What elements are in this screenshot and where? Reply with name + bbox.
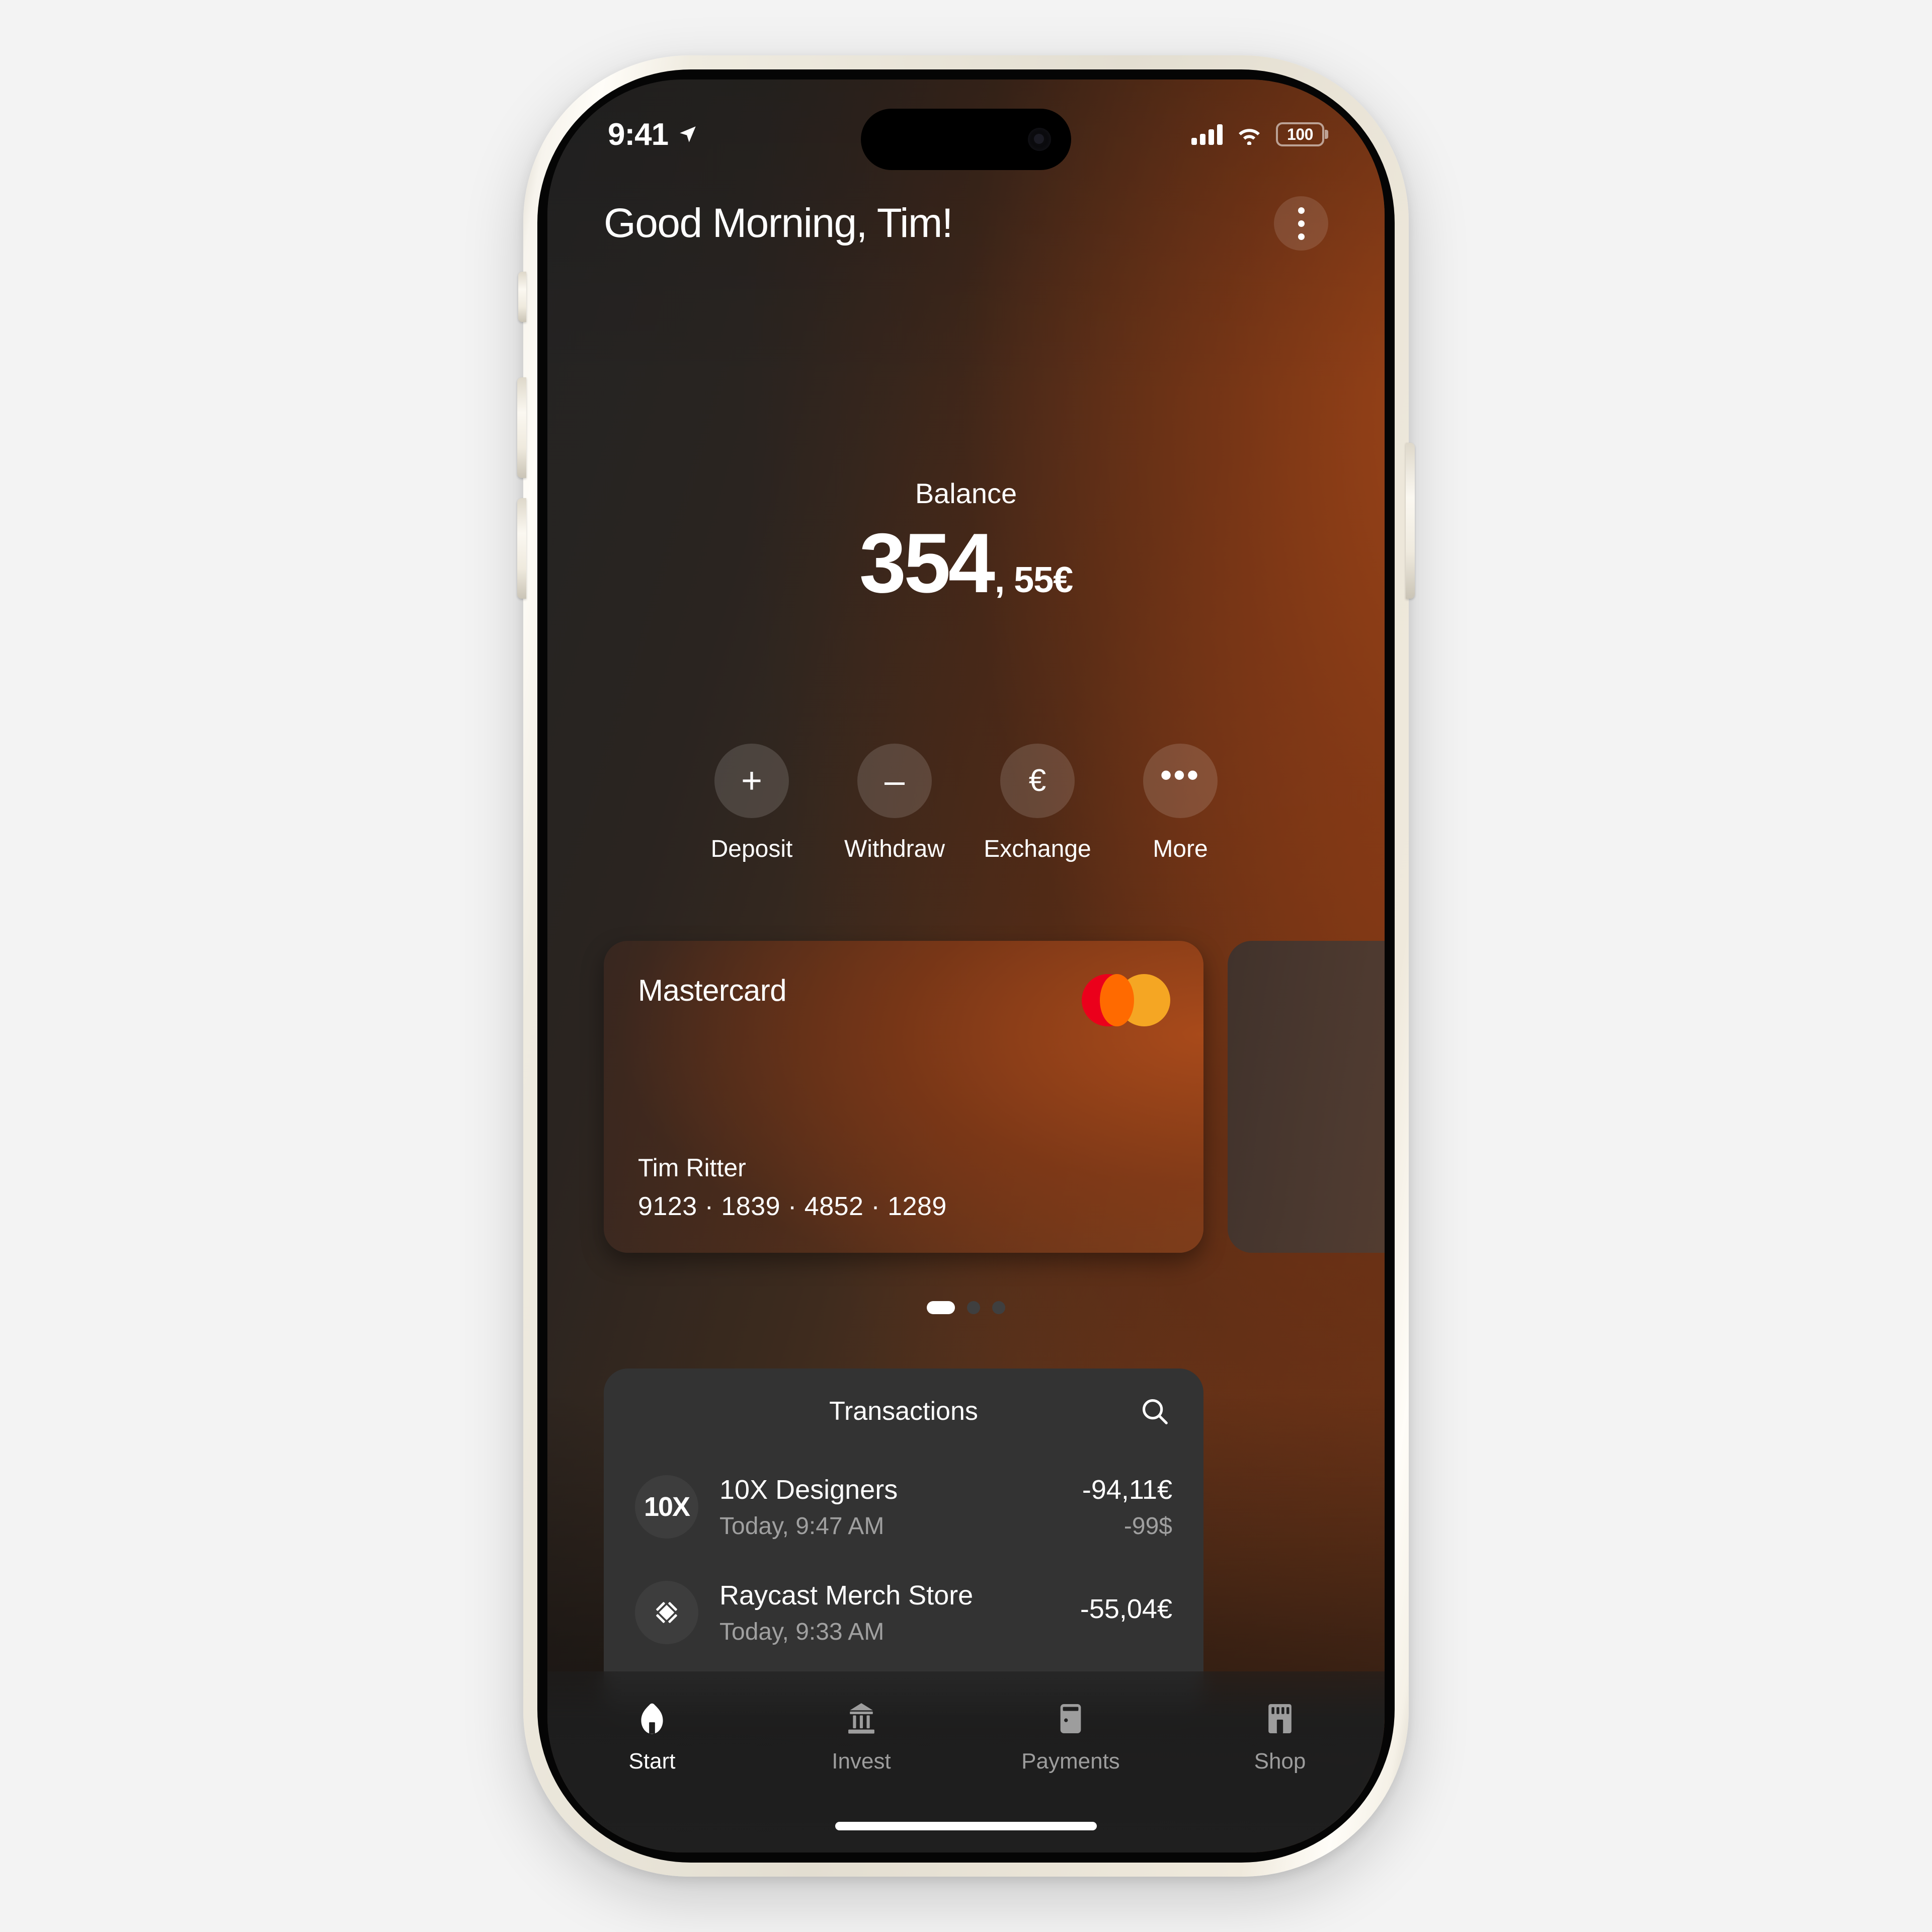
search-icon[interactable]	[1139, 1396, 1170, 1427]
card-holder-name: Tim Ritter	[638, 1154, 746, 1182]
transactions-title: Transactions	[829, 1397, 978, 1426]
more-vertical-icon[interactable]	[1274, 196, 1328, 251]
status-bar-right: 100	[1191, 113, 1324, 146]
home-icon	[633, 1700, 671, 1738]
tab-payments[interactable]: Payments	[1013, 1700, 1129, 1774]
payment-card[interactable]: Mastercard Tim Ritter 9123 · 1839 · 4852…	[604, 941, 1203, 1253]
action-exchange[interactable]: € Exchange	[984, 744, 1091, 863]
tab-start[interactable]: Start	[594, 1700, 710, 1774]
mastercard-overlap	[1100, 974, 1134, 1026]
transaction-time: Today, 9:47 AM	[719, 1512, 884, 1540]
transactions-header: Transactions	[604, 1369, 1203, 1454]
tab-shop-label: Shop	[1254, 1749, 1306, 1774]
wifi-icon	[1239, 129, 1260, 145]
phone-screen: 9:41 100 Good Morning, Tim! Balance 354 …	[547, 79, 1385, 1853]
app-header: Good Morning, Tim!	[547, 196, 1385, 251]
more-glyph: •••	[1160, 757, 1200, 793]
plus-icon: +	[714, 744, 789, 818]
transaction-secondary-amount: -99$	[1123, 1512, 1172, 1540]
transaction-info: 10X Designers Today, 9:47 AM	[719, 1474, 1082, 1540]
balance-section: Balance 354 , 55€	[547, 477, 1385, 605]
page-dot-3[interactable]	[992, 1301, 1005, 1314]
carousel-page-indicator[interactable]	[547, 1301, 1385, 1314]
battery-level-text: 100	[1287, 125, 1313, 143]
home-indicator[interactable]	[835, 1822, 1097, 1830]
card-content: Mastercard Tim Ritter 9123 · 1839 · 4852…	[604, 941, 1203, 1253]
action-more-label: More	[1153, 836, 1208, 862]
balance-label: Balance	[915, 477, 1017, 509]
transaction-amount: -94,11€	[1082, 1474, 1172, 1505]
deposit-glyph: +	[741, 761, 763, 801]
action-deposit[interactable]: + Deposit	[701, 744, 802, 863]
transaction-amount: -55,04€	[1080, 1594, 1172, 1624]
minus-icon: –	[857, 744, 932, 818]
raycast-logo	[635, 1581, 698, 1644]
transaction-name: Raycast Merch Store	[719, 1580, 974, 1611]
balance-integer: 354	[859, 516, 995, 610]
page-title: Good Morning, Tim!	[604, 200, 953, 246]
transaction-amounts: -94,11€ -99$	[1082, 1474, 1172, 1540]
volume-down-button[interactable]	[517, 498, 526, 599]
tab-shop[interactable]: Shop	[1222, 1700, 1338, 1774]
cards-carousel[interactable]: Mastercard Tim Ritter 9123 · 1839 · 4852…	[547, 941, 1385, 1263]
balance-amount: 354 , 55€	[547, 521, 1385, 605]
card-number: 9123 · 1839 · 4852 · 1289	[638, 1192, 947, 1221]
cellular-bars-icon	[1191, 124, 1223, 145]
status-bar-left: 9:41	[608, 108, 698, 152]
location-arrow-icon	[680, 126, 696, 142]
tab-payments-label: Payments	[1021, 1749, 1120, 1774]
table-row[interactable]: 10X 10X Designers Today, 9:47 AM -94,11€…	[604, 1454, 1203, 1560]
dynamic-island	[861, 109, 1071, 170]
action-more[interactable]: ••• More	[1130, 744, 1231, 863]
front-camera-icon	[1028, 128, 1051, 151]
action-withdraw[interactable]: – Withdraw	[844, 744, 945, 863]
transaction-time: Today, 9:33 AM	[719, 1618, 884, 1645]
page-dot-1[interactable]	[927, 1301, 955, 1314]
card-details: Tim Ritter 9123 · 1839 · 4852 · 1289	[638, 1153, 947, 1222]
euro-icon: €	[1000, 744, 1075, 818]
quick-actions: + Deposit – Withdraw € Exchange ••• More	[547, 744, 1385, 863]
balance-decimal: , 55€	[995, 560, 1073, 600]
transaction-amounts: -55,04€	[1080, 1593, 1172, 1632]
page-dot-2[interactable]	[967, 1301, 980, 1314]
volume-up-button[interactable]	[517, 377, 526, 478]
bank-icon	[842, 1700, 880, 1738]
ellipsis-icon: •••	[1143, 744, 1218, 818]
status-bar-clock: 9:41	[608, 117, 669, 152]
action-exchange-label: Exchange	[984, 836, 1091, 862]
transaction-name: 10X Designers	[719, 1474, 898, 1505]
mute-switch-button[interactable]	[518, 272, 526, 322]
tab-invest[interactable]: Invest	[803, 1700, 919, 1774]
action-deposit-label: Deposit	[710, 836, 793, 862]
transactions-panel: Transactions 10X 10X Designers Today, 9:…	[604, 1369, 1203, 1721]
card-icon	[1052, 1700, 1090, 1738]
tab-start-label: Start	[628, 1749, 676, 1774]
power-button[interactable]	[1406, 443, 1415, 599]
battery-indicator: 100	[1276, 122, 1324, 146]
avatar-text: 10X	[643, 1492, 690, 1522]
tenx-logo: 10X	[635, 1475, 698, 1539]
exchange-glyph: €	[1028, 763, 1046, 798]
withdraw-glyph: –	[884, 761, 905, 801]
table-row[interactable]: Raycast Merch Store Today, 9:33 AM -55,0…	[604, 1560, 1203, 1665]
action-withdraw-label: Withdraw	[844, 836, 945, 862]
raycast-glyph-icon	[656, 1602, 677, 1623]
transaction-info: Raycast Merch Store Today, 9:33 AM	[719, 1580, 1080, 1646]
payment-card-next[interactable]	[1228, 941, 1385, 1253]
tab-invest-label: Invest	[832, 1749, 891, 1774]
store-icon	[1261, 1700, 1299, 1738]
screenshot-canvas: 9:41 100 Good Morning, Tim! Balance 354 …	[0, 0, 1932, 1932]
mastercard-logo	[1082, 974, 1170, 1026]
